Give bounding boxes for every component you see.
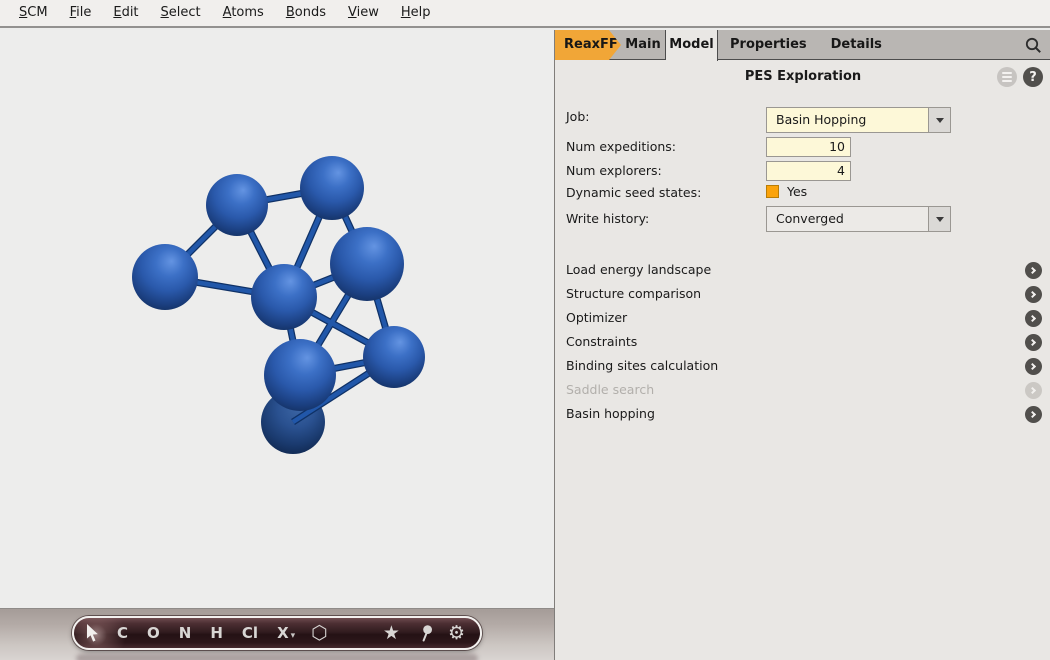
chevron-right-icon[interactable] [1025, 406, 1042, 423]
section-constraints[interactable]: Constraints [555, 330, 1050, 354]
atom[interactable] [132, 244, 198, 310]
num-explorers-input[interactable]: 4 [766, 161, 851, 181]
menu-atoms[interactable]: Atoms [212, 0, 275, 27]
atom[interactable] [264, 339, 336, 411]
gear-tool-icon[interactable]: ⚙ [448, 624, 465, 643]
panel-menu-button[interactable] [997, 67, 1017, 87]
page-title: PES Exploration [555, 69, 1050, 84]
chevron-right-icon[interactable] [1025, 286, 1042, 303]
tab-reaxff[interactable]: ReaxFF [555, 30, 621, 60]
atom[interactable] [251, 264, 317, 330]
write-history-label: Write history: [566, 209, 649, 229]
section-basin-hopping[interactable]: Basin hopping [555, 402, 1050, 426]
element-n-button[interactable]: N [179, 624, 192, 642]
element-x-button[interactable]: X ▾ [277, 624, 295, 642]
menu-bonds[interactable]: Bonds [275, 0, 337, 27]
pin-tool-icon[interactable] [418, 624, 434, 643]
star-tool-icon[interactable]: ★ [383, 624, 400, 643]
tab-details[interactable]: Details [819, 30, 894, 60]
menu-file[interactable]: File [59, 0, 103, 27]
dynamic-seed-states-checkbox[interactable] [766, 185, 779, 198]
tab-properties[interactable]: Properties [718, 30, 819, 60]
dynamic-seed-states-label: Dynamic seed states: [566, 183, 701, 203]
menu-bar: SCM File Edit Select Atoms Bonds View He… [0, 0, 1050, 28]
write-history-dropdown[interactable]: Converged [766, 206, 951, 232]
element-cl-button[interactable]: Cl [242, 624, 258, 642]
chevron-down-icon[interactable] [928, 207, 950, 231]
num-expeditions-label: Num expeditions: [566, 137, 676, 157]
molecule-canvas[interactable] [0, 30, 554, 608]
job-value: Basin Hopping [767, 108, 928, 132]
tab-bar: ReaxFF Main Model Properties Details [555, 30, 1050, 60]
atom[interactable] [330, 227, 404, 301]
chevron-down-icon[interactable] [928, 108, 950, 132]
section-optimizer[interactable]: Optimizer [555, 306, 1050, 330]
menu-view[interactable]: View [337, 0, 390, 27]
chevron-right-icon [1025, 382, 1042, 399]
menu-edit[interactable]: Edit [102, 0, 149, 27]
input-panel: ReaxFF Main Model Properties Details PES… [554, 30, 1050, 660]
element-o-button[interactable]: O [147, 624, 160, 642]
menu-select[interactable]: Select [150, 0, 212, 27]
atom[interactable] [206, 174, 268, 236]
num-explorers-label: Num explorers: [566, 161, 662, 181]
select-cursor-tool[interactable] [85, 624, 100, 643]
element-c-button[interactable]: C [117, 624, 128, 642]
section-load-energy-landscape[interactable]: Load energy landscape [555, 258, 1050, 282]
section-saddle-search: Saddle search [555, 378, 1050, 402]
element-h-button[interactable]: H [210, 624, 223, 642]
atom[interactable] [363, 326, 425, 388]
dynamic-seed-states-value: Yes [787, 184, 807, 200]
write-history-value: Converged [767, 207, 928, 231]
ring-tool-icon[interactable]: ⬡ [311, 624, 328, 643]
help-button[interactable]: ? [1023, 67, 1043, 87]
element-dropdown-arrow-icon: ▾ [291, 631, 296, 641]
search-icon[interactable] [1022, 34, 1044, 56]
atom[interactable] [300, 156, 364, 220]
tab-main[interactable]: Main [621, 30, 666, 60]
tab-model[interactable]: Model [666, 30, 718, 61]
menu-help[interactable]: Help [390, 0, 442, 27]
section-structure-comparison[interactable]: Structure comparison [555, 282, 1050, 306]
chevron-right-icon[interactable] [1025, 310, 1042, 327]
element-toolbar: C O N H Cl X ▾ ⬡ ★ ⚙ [72, 616, 482, 650]
chevron-right-icon[interactable] [1025, 334, 1042, 351]
job-dropdown[interactable]: Basin Hopping [766, 107, 951, 133]
chevron-right-icon[interactable] [1025, 358, 1042, 375]
molecule-viewport[interactable]: C O N H Cl X ▾ ⬡ ★ ⚙ [0, 30, 554, 660]
chevron-right-icon[interactable] [1025, 262, 1042, 279]
section-binding-sites-calculation[interactable]: Binding sites calculation [555, 354, 1050, 378]
menu-scm[interactable]: SCM [8, 0, 59, 27]
job-label: Job: [566, 107, 589, 127]
toolbar-reflection [76, 654, 478, 660]
num-expeditions-input[interactable]: 10 [766, 137, 851, 157]
